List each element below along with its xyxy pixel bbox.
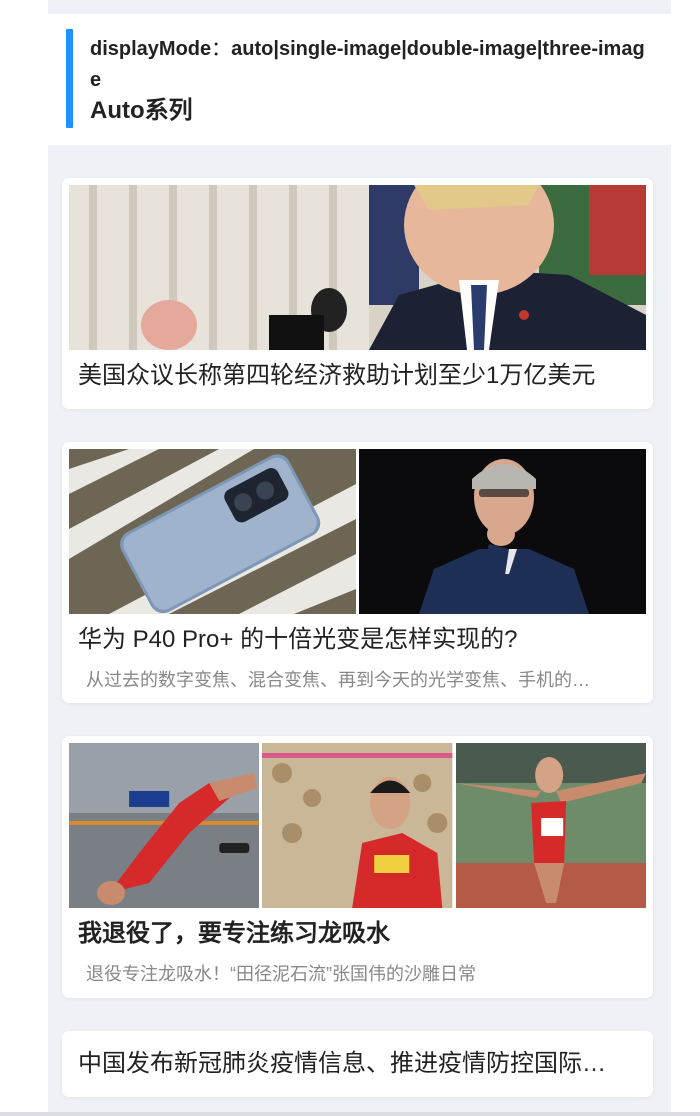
section-title: Auto系列 (90, 97, 193, 124)
bottom-divider (0, 1112, 700, 1116)
news-image-athlete-celebrating (455, 743, 646, 908)
image-row (69, 185, 646, 350)
news-image-athlete-sitting (262, 743, 453, 908)
accent-bar (66, 29, 73, 128)
image-row (69, 449, 646, 614)
display-mode-separator: ： (211, 38, 232, 60)
news-summary: 退役专注龙吸水！“田径泥石流”张国伟的沙雕日常 (86, 964, 476, 984)
news-title[interactable]: 华为 P40 Pro+ 的十倍光变是怎样实现的? (78, 624, 641, 656)
news-image-phone (69, 449, 356, 614)
news-image-high-jump (69, 743, 260, 908)
news-image-politician (69, 185, 646, 350)
news-card-single-image[interactable]: 美国众议长称第四轮经济救助计划至少1万亿美元 (62, 178, 653, 409)
section-header: displayMode：auto|single-image|double-ima… (48, 14, 671, 145)
news-card-double-image[interactable]: 华为 P40 Pro+ 的十倍光变是怎样实现的? 从过去的数字变焦、混合变焦、再… (62, 442, 653, 703)
news-title[interactable]: 中国发布新冠肺炎疫情信息、推进疫情防控国际… (78, 1048, 641, 1080)
content-column: displayMode：auto|single-image|double-ima… (48, 0, 671, 1116)
news-card-three-image[interactable]: 我退役了，要专注练习龙吸水 退役专注龙吸水！“田径泥石流”张国伟的沙雕日常 (62, 736, 653, 998)
image-row (69, 743, 646, 908)
news-card-text-only[interactable]: 中国发布新冠肺炎疫情信息、推进疫情防控国际… (62, 1031, 653, 1097)
display-mode-label: displayMode (90, 38, 212, 60)
news-summary: 从过去的数字变焦、混合变焦、再到今天的光学变焦、手机的… (86, 670, 590, 690)
display-mode-description: displayMode：auto|single-image|double-ima… (90, 34, 650, 96)
news-image-portrait (359, 449, 646, 614)
news-title[interactable]: 美国众议长称第四轮经济救助计划至少1万亿美元 (78, 360, 641, 392)
news-title[interactable]: 我退役了，要专注练习龙吸水 (78, 918, 641, 950)
